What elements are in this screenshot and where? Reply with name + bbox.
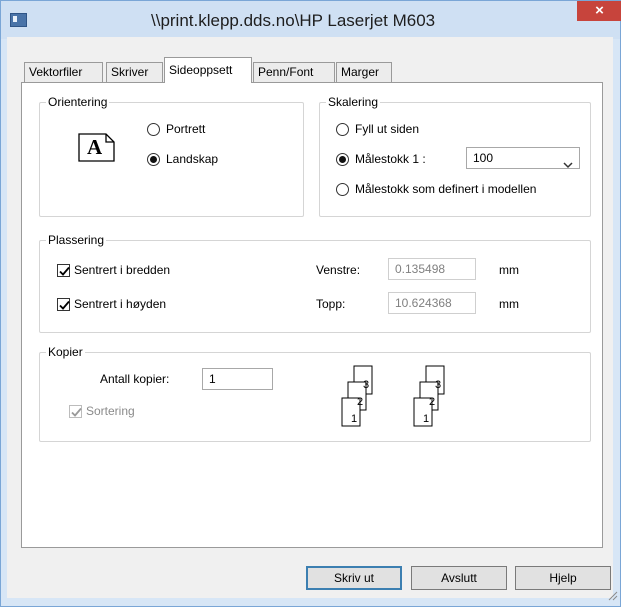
tab-vektorfiler[interactable]: Vektorfiler (24, 62, 103, 82)
page-orientation-icon: A (78, 133, 115, 162)
copies-legend: Kopier (48, 345, 83, 359)
copies-count-label: Antall kopier: (100, 372, 170, 386)
collated-pages-icon: 3 2 1 (338, 365, 378, 427)
orientation-legend: Orientering (48, 95, 108, 109)
left-offset-field[interactable]: 0.135498 (388, 258, 476, 280)
uncollated-page-3: 3 (435, 379, 442, 391)
center-width-label[interactable]: Sentrert i bredden (74, 263, 170, 277)
copies-count-field[interactable]: 1 (202, 368, 273, 390)
landscape-radio[interactable] (147, 153, 160, 166)
tab-skriver[interactable]: Skriver (106, 62, 163, 82)
model-scale-label[interactable]: Målestokk som definert i modellen (355, 182, 536, 196)
collated-page-1: 1 (351, 413, 358, 425)
title-bar[interactable]: \\print.klepp.dds.no\HP Laserjet M603 (1, 1, 620, 39)
resize-grip-icon[interactable] (606, 589, 618, 604)
checkmark-icon (59, 300, 70, 310)
help-button[interactable]: Hjelp (515, 566, 611, 590)
window-title: \\print.klepp.dds.no\HP Laserjet M603 (151, 11, 436, 30)
scale-label[interactable]: Målestokk 1 : (355, 152, 426, 166)
top-offset-unit: mm (499, 297, 519, 311)
orientation-icon-letter: A (87, 135, 103, 159)
uncollated-page-2: 2 (429, 396, 436, 408)
model-scale-radio[interactable] (336, 183, 349, 196)
portrait-radio[interactable] (147, 123, 160, 136)
landscape-label[interactable]: Landskap (166, 152, 218, 166)
app-icon (10, 13, 27, 27)
print-button[interactable]: Skriv ut (306, 566, 402, 590)
cancel-button[interactable]: Avslutt (411, 566, 507, 590)
close-button[interactable]: × (577, 1, 621, 21)
scale-radio[interactable] (336, 153, 349, 166)
center-width-checkbox[interactable] (57, 264, 70, 277)
top-offset-label: Topp: (316, 297, 346, 311)
center-height-checkbox[interactable] (57, 298, 70, 311)
copies-group: Kopier (39, 345, 591, 442)
placement-legend: Plassering (48, 233, 105, 247)
left-offset-label: Venstre: (316, 263, 361, 277)
uncollated-pages-icon: 3 2 1 (410, 365, 450, 427)
collate-checkbox[interactable] (69, 405, 82, 418)
fit-page-label[interactable]: Fyll ut siden (355, 122, 419, 136)
collated-page-2: 2 (357, 396, 364, 408)
scale-select-value: 100 (473, 151, 494, 165)
collate-label[interactable]: Sortering (86, 404, 135, 418)
center-height-label[interactable]: Sentrert i høyden (74, 297, 166, 311)
portrait-label[interactable]: Portrett (166, 122, 205, 136)
left-offset-unit: mm (499, 263, 519, 277)
fit-page-radio[interactable] (336, 123, 349, 136)
placement-group: Plassering (39, 233, 591, 333)
tab-marger[interactable]: Marger (336, 62, 392, 82)
chevron-down-icon (563, 155, 573, 175)
scaling-legend: Skalering (328, 95, 379, 109)
top-offset-field[interactable]: 10.624368 (388, 292, 476, 314)
uncollated-page-1: 1 (423, 413, 430, 425)
collated-page-3: 3 (363, 379, 370, 391)
tab-sideoppsett[interactable]: Sideoppsett (164, 57, 252, 83)
checkmark-icon (59, 266, 70, 276)
checkmark-icon (71, 407, 82, 417)
tab-penn-font[interactable]: Penn/Font (253, 62, 335, 82)
scale-select[interactable]: 100 (466, 147, 580, 169)
